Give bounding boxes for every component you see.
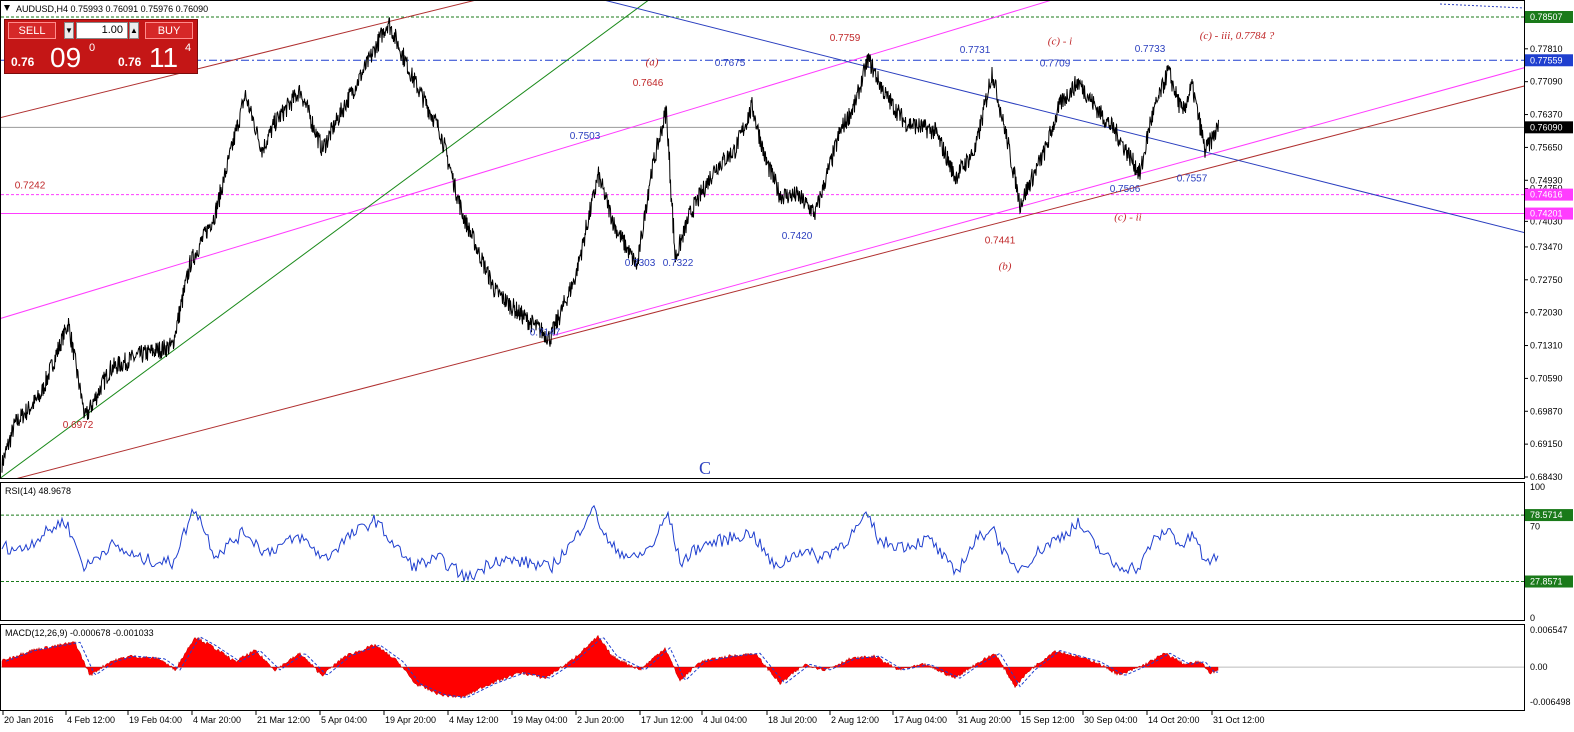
sell-button[interactable]: SELL bbox=[8, 22, 56, 39]
time-tick-label: 4 Jul 04:00 bbox=[703, 715, 747, 725]
one-click-trading-panel: SELL ▼ 1.00 ▲ BUY 0.76 09 0 0.76 11 4 bbox=[4, 19, 198, 74]
annotation-label: 0.7759 bbox=[830, 33, 861, 44]
price-tag-label: 0.76090 bbox=[1530, 122, 1563, 132]
buy-price-sup: 4 bbox=[185, 42, 192, 54]
sell-price-sup: 0 bbox=[89, 42, 96, 54]
annotation-label: 0.7242 bbox=[15, 181, 46, 192]
macd-tick-label: 0.006547 bbox=[1530, 625, 1568, 635]
time-tick-label: 21 Mar 12:00 bbox=[257, 715, 310, 725]
rsi-label: RSI(14) 48.9678 bbox=[5, 486, 71, 496]
time-tick-label: 30 Sep 04:00 bbox=[1084, 715, 1138, 725]
buy-button[interactable]: BUY bbox=[145, 22, 193, 39]
annotation-label: C bbox=[699, 458, 711, 478]
time-tick-label: 19 Apr 20:00 bbox=[385, 715, 436, 725]
annotation-label: (b) bbox=[999, 260, 1012, 272]
price-axis: 0.778100.770900.763700.756500.749300.747… bbox=[1524, 44, 1563, 482]
time-tick-label: 4 Mar 20:00 bbox=[193, 715, 241, 725]
price-tick-label: 0.71310 bbox=[1530, 341, 1563, 351]
price-tick-label: 0.73470 bbox=[1530, 242, 1563, 252]
rsi-tick-label: 0 bbox=[1530, 613, 1535, 623]
time-tick-label: 18 Jul 20:00 bbox=[768, 715, 817, 725]
buy-price-big: 11 bbox=[149, 42, 179, 73]
annotation-label: 0.7503 bbox=[570, 131, 601, 142]
macd-axis: 0.006547 0.00 -0.006498 bbox=[1530, 625, 1571, 707]
annotation-label: 0.7733 bbox=[1135, 44, 1166, 55]
main-panel-frame bbox=[0, 0, 1525, 479]
buy-price-display[interactable]: 0.76 11 4 bbox=[105, 42, 197, 72]
sell-price-big: 09 bbox=[50, 42, 82, 73]
price-tick-label: 0.76370 bbox=[1530, 110, 1563, 120]
time-tick-label: 2 Jun 20:00 bbox=[577, 715, 624, 725]
price-tick-label: 0.69870 bbox=[1530, 406, 1563, 416]
time-tick-label: 31 Aug 20:00 bbox=[958, 715, 1011, 725]
lot-size-input[interactable]: 1.00 bbox=[76, 22, 128, 39]
annotation-label: 0.7646 bbox=[633, 78, 664, 89]
lot-increase-button[interactable]: ▲ bbox=[129, 22, 139, 39]
chart-canvas[interactable]: 0.7759 0.7731 0.7733 0.7675 0.7709 0.7646 0.75… bbox=[0, 0, 1574, 732]
price-tick-label: 0.72750 bbox=[1530, 275, 1563, 285]
annotation-label: (a) bbox=[646, 56, 659, 68]
buy-price-prefix: 0.76 bbox=[118, 55, 142, 69]
price-tag-label: 0.78507 bbox=[1530, 12, 1563, 22]
time-tick-label: 17 Aug 04:00 bbox=[894, 715, 947, 725]
rsi-tag-label: 78.5714 bbox=[1530, 510, 1563, 520]
annotation-label: 0.7506 bbox=[1110, 184, 1141, 195]
macd-tick-label: 0.00 bbox=[1530, 662, 1548, 672]
time-tick-label: 15 Sep 12:00 bbox=[1021, 715, 1075, 725]
lot-decrease-button[interactable]: ▼ bbox=[64, 22, 74, 39]
time-tick-label: 17 Jun 12:00 bbox=[641, 715, 693, 725]
annotation-label: 0.6972 bbox=[63, 420, 94, 431]
time-tick-label: 31 Oct 12:00 bbox=[1213, 715, 1265, 725]
annotation-label: 0.7709 bbox=[1040, 59, 1071, 70]
annotation-label: 0.7147 bbox=[530, 327, 561, 338]
price-tick-label: 0.70590 bbox=[1530, 373, 1563, 383]
rsi-tick-label: 70 bbox=[1530, 521, 1540, 531]
annotation-label: 0.7675 bbox=[715, 58, 746, 69]
sell-price-prefix: 0.76 bbox=[11, 55, 35, 69]
time-tick-label: 5 Apr 04:00 bbox=[321, 715, 367, 725]
annotation-label: (c) - i bbox=[1048, 36, 1072, 48]
time-axis: 20 Jan 2016 4 Feb 12:00 19 Feb 04:00 4 Mar … bbox=[2, 711, 1265, 725]
price-tick-label: 0.75650 bbox=[1530, 142, 1563, 152]
time-tick-label: 19 May 04:00 bbox=[513, 715, 568, 725]
time-tick-label: 4 May 12:00 bbox=[449, 715, 499, 725]
price-tick-label: 0.72030 bbox=[1530, 308, 1563, 318]
annotation-label: 0.7303 bbox=[625, 258, 656, 269]
time-tick-label: 14 Oct 20:00 bbox=[1148, 715, 1200, 725]
price-tick-label: 0.77810 bbox=[1530, 44, 1563, 54]
annotation-label: (c) - ii bbox=[1114, 211, 1141, 223]
annotation-label: 0.7731 bbox=[960, 45, 991, 56]
annotation-label: 0.7557 bbox=[1177, 174, 1208, 185]
rsi-tick-label: 100 bbox=[1530, 482, 1545, 492]
time-tick-label: 19 Feb 04:00 bbox=[129, 715, 182, 725]
macd-tick-label: -0.006498 bbox=[1530, 697, 1571, 707]
sell-price-display[interactable]: 0.76 09 0 bbox=[7, 42, 101, 72]
annotation-label: 0.7420 bbox=[782, 231, 813, 242]
rsi-tag-label: 27.8571 bbox=[1530, 577, 1563, 587]
annotation-label: 0.7322 bbox=[663, 258, 694, 269]
price-tag-label: 0.77559 bbox=[1530, 55, 1563, 65]
macd-label: MACD(12,26,9) -0.000678 -0.001033 bbox=[5, 628, 154, 638]
price-tick-label: 0.68430 bbox=[1530, 472, 1563, 482]
rsi-axis: 100 70 0 78.5714 27.8571 bbox=[1525, 482, 1573, 623]
time-tick-label: 4 Feb 12:00 bbox=[67, 715, 115, 725]
rsi-panel-frame bbox=[0, 482, 1525, 621]
price-tag-label: 0.74616 bbox=[1530, 190, 1563, 200]
time-tick-label: 20 Jan 2016 bbox=[4, 715, 54, 725]
annotation-label: 0.7441 bbox=[985, 235, 1016, 246]
annotation-label: (c) - iii, 0.7784 ? bbox=[1200, 30, 1275, 42]
price-tag-label: 0.74201 bbox=[1530, 209, 1563, 219]
time-tick-label: 2 Aug 12:00 bbox=[831, 715, 879, 725]
price-tick-label: 0.77090 bbox=[1530, 77, 1563, 87]
price-tick-label: 0.69150 bbox=[1530, 439, 1563, 449]
chart-title: AUDUSD,H4 0.75993 0.76091 0.75976 0.7609… bbox=[16, 4, 208, 14]
